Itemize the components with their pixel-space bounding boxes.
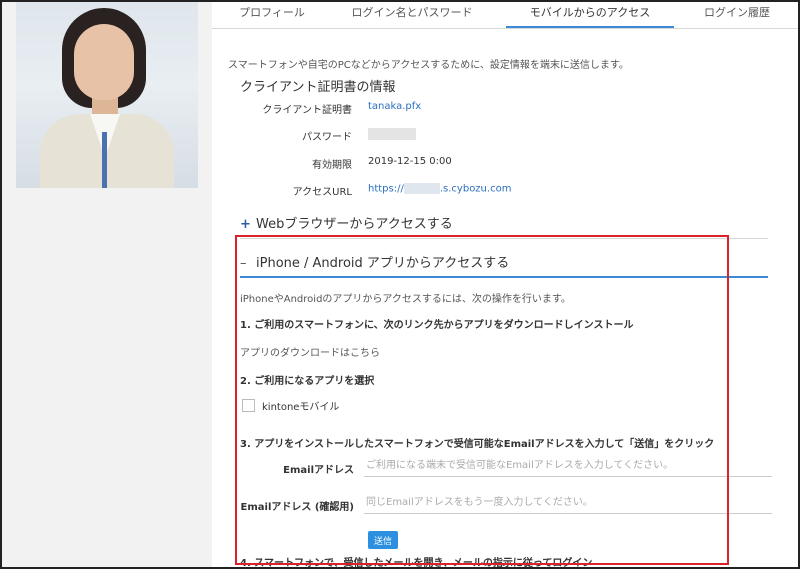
cert-section-title: クライアント証明書の情報	[240, 80, 396, 95]
web-access-label: Webブラウザーからアクセスする	[256, 217, 453, 232]
password-value	[368, 128, 416, 140]
access-url-link[interactable]: https:// .s.cybozu.com	[368, 183, 511, 195]
web-access-toggle[interactable]: + Webブラウザーからアクセスする	[240, 213, 453, 237]
masked-password	[368, 128, 416, 140]
profile-photo	[16, 2, 198, 188]
main-panel: プロフィール ログイン名とパスワード モバイルからのアクセス ログイン履歴 スマ…	[212, 2, 798, 567]
expiry-value: 2019-12-15 0:00	[368, 156, 452, 167]
app-access-divider	[240, 276, 768, 278]
web-access-divider	[240, 238, 768, 239]
email-confirm-input[interactable]	[364, 491, 772, 514]
photo-lanyard	[102, 132, 107, 188]
tab-login-password[interactable]: ログイン名とパスワード	[338, 4, 486, 26]
email-input[interactable]	[364, 454, 772, 477]
step-3: 3. アプリをインストールしたスマートフォンで受信可能なEmailアドレスを入力…	[240, 439, 715, 450]
app-access-label: iPhone / Android アプリからアクセスする	[256, 256, 510, 271]
screenshot-frame: プロフィール ログイン名とパスワード モバイルからのアクセス ログイン履歴 スマ…	[0, 0, 800, 569]
kintone-mobile-label: kintoneモバイル	[262, 402, 340, 413]
cert-label: クライアント証明書	[262, 105, 352, 116]
kintone-mobile-checkbox[interactable]	[242, 399, 255, 412]
tab-login-history[interactable]: ログイン履歴	[682, 4, 792, 26]
cert-file-name[interactable]: tanaka.pfx	[368, 101, 421, 112]
send-button[interactable]: 送信	[368, 531, 398, 549]
step-2: 2. ご利用になるアプリを選択	[240, 376, 375, 387]
access-url-prefix: https://	[368, 183, 404, 195]
collapse-icon: –	[240, 256, 247, 271]
password-label: パスワード	[302, 132, 352, 143]
email-label: Emailアドレス	[283, 465, 354, 476]
app-access-toggle[interactable]: – iPhone / Android アプリからアクセスする	[240, 252, 509, 276]
email-confirm-label: Emailアドレス (確認用)	[240, 502, 354, 513]
cert-file-link[interactable]: tanaka.pfx	[368, 101, 421, 112]
tab-profile[interactable]: プロフィール	[212, 4, 332, 26]
photo-face	[74, 24, 134, 100]
tab-bar: プロフィール ログイン名とパスワード モバイルからのアクセス ログイン履歴	[212, 2, 798, 29]
expand-icon: +	[240, 217, 251, 232]
masked-subdomain	[403, 183, 440, 194]
step-4: 4. スマートフォンで、受信したメールを開き、メールの指示に従ってログイン	[240, 558, 593, 567]
tab-mobile-access[interactable]: モバイルからのアクセス	[506, 4, 674, 28]
app-access-intro: iPhoneやAndroidのアプリからアクセスするには、次の操作を行います。	[240, 294, 571, 305]
access-url-suffix: .s.cybozu.com	[439, 183, 512, 195]
app-download-link[interactable]: アプリのダウンロードはこちら	[240, 344, 380, 359]
access-url-label: アクセスURL	[292, 187, 352, 198]
intro-text: スマートフォンや自宅のPCなどからアクセスするために、設定情報を端末に送信します…	[228, 60, 629, 71]
step-1: 1. ご利用のスマートフォンに、次のリンク先からアプリをダウンロードしインストー…	[240, 320, 634, 331]
expiry-label: 有効期限	[312, 160, 352, 171]
